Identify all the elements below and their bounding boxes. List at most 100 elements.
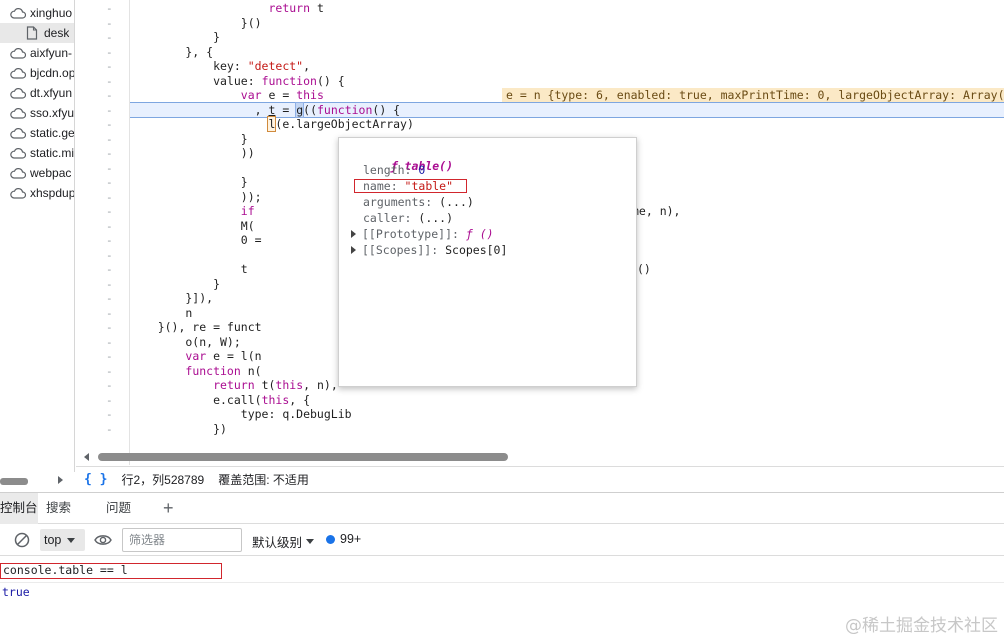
property-value: (...) [439,195,474,209]
log-level-value: 默认级别 [252,536,303,550]
gutter-line-marker[interactable]: - [106,117,118,132]
tab-console[interactable]: 控制台 [0,493,38,524]
tree-item[interactable]: dt.xfyun [0,83,74,103]
context-selector-value: top [44,533,62,547]
scroll-right-arrow-icon[interactable] [58,476,63,484]
clear-console-icon[interactable] [14,532,30,548]
code-line[interactable]: e.call(this, { [130,393,1004,408]
expand-triangle-icon[interactable] [351,246,356,254]
add-tab-button[interactable]: + [163,493,174,524]
tree-item[interactable]: webpac [0,163,74,183]
coverage-status: 覆盖范围: 不适用 [218,473,309,487]
gutter-line-marker[interactable]: - [106,248,118,263]
scroll-left-arrow-icon[interactable] [84,453,89,461]
gutter-line-marker[interactable]: - [106,364,118,379]
code-line[interactable]: l(e.largeObjectArray) [130,116,1004,132]
gutter-line-marker[interactable]: - [106,262,118,277]
line-gutter: ------------------------------ [76,0,130,465]
tab-search[interactable]: 搜索 [46,493,71,524]
code-line[interactable]: key: "detect", [130,59,1004,74]
code-line-fragment[interactable]: me, n), [632,204,752,219]
name-highlight-box [354,179,467,193]
gutter-line-marker[interactable]: - [106,335,118,350]
sidebar-scrollbar[interactable] [0,478,28,485]
editor-horizontal-scrollbar[interactable] [98,453,508,461]
gutter-line-marker[interactable]: - [106,132,118,147]
code-line[interactable]: value: function() { [130,74,1004,89]
gutter-line-marker[interactable]: - [106,16,118,31]
gutter-line-marker[interactable]: - [106,306,118,321]
gutter-line-marker[interactable]: - [106,422,118,437]
log-level-select[interactable]: 默认级别 [252,532,315,551]
cloud-icon [10,146,26,160]
issues-count-value: 99+ [340,532,362,546]
tree-item-label: webpac [30,166,72,180]
gutter-line-marker[interactable]: - [106,45,118,60]
editor-status-bar: { } 行2，列528789 覆盖范围: 不适用 [76,466,1004,492]
gutter-line-marker[interactable]: - [106,219,118,234]
gutter-line-marker[interactable]: - [106,88,118,103]
watermark: @稀土掘金技术社区 [845,616,998,636]
code-line[interactable]: }, { [130,45,1004,60]
code-line[interactable]: }) [130,422,1004,437]
issues-counter[interactable]: 99+ [326,532,361,546]
gutter-line-marker[interactable]: - [106,277,118,292]
gutter-line-marker[interactable]: - [106,190,118,205]
code-line[interactable]: return t [130,1,1004,16]
filter-input[interactable] [122,528,242,552]
expand-triangle-icon[interactable] [351,230,356,238]
cloud-icon [10,66,26,80]
object-preview-popover: ƒ table() length: 0 name: "table" argument… [338,137,637,387]
eye-icon[interactable] [94,533,112,547]
popover-property-row[interactable]: [[Prototype]]: ƒ () [351,226,494,242]
tree-item[interactable]: static.ge [0,123,74,143]
gutter-line-marker[interactable]: - [106,320,118,335]
context-selector[interactable]: top [40,529,85,551]
gutter-line-marker[interactable]: - [106,407,118,422]
console-toolbar: top 默认级别 99+ [0,524,1004,556]
code-line[interactable]: }() [130,16,1004,31]
property-value: Scopes[0] [445,243,508,257]
popover-property-row: arguments: (...) [363,194,474,210]
gutter-line-marker[interactable]: - [106,146,118,161]
property-key: length: [363,163,419,177]
code-line[interactable]: , t = g((function() { [130,102,1004,118]
property-value: 0 [418,163,426,177]
gutter-line-marker[interactable]: - [106,1,118,16]
tree-item[interactable]: xhspdup [0,183,74,203]
gutter-line-marker[interactable]: - [106,103,118,118]
gutter-line-marker[interactable]: - [106,349,118,364]
gutter-line-marker[interactable]: - [106,59,118,74]
popover-property-row[interactable]: [[Scopes]]: Scopes[0] [351,242,507,258]
gutter-line-marker[interactable]: - [106,291,118,306]
gutter-line-marker[interactable]: - [106,161,118,176]
tree-item-label: aixfyun- [30,46,73,60]
pretty-print-button[interactable]: { } [84,472,107,487]
tree-item[interactable]: xinghuo [0,3,74,23]
chevron-down-icon [67,537,76,543]
tab-issues[interactable]: 问题 [106,493,131,524]
cloud-icon [10,186,26,200]
tree-item-label: xinghuo [30,6,73,20]
tree-item[interactable]: aixfyun- [0,43,74,63]
console-input-line[interactable]: console.table == l [0,563,222,579]
property-key: arguments: [363,195,440,209]
tree-item-label: bjcdn.op [30,66,75,80]
code-line[interactable]: type: q.DebugLib [130,407,1004,422]
gutter-line-marker[interactable]: - [106,204,118,219]
code-line[interactable]: } [130,30,1004,45]
gutter-line-marker[interactable]: - [106,74,118,89]
tree-item[interactable]: sso.xfyu [0,103,75,123]
gutter-line-marker[interactable]: - [106,378,118,393]
tree-item[interactable]: bjcdn.op [0,63,75,83]
tree-item-label: sso.xfyu [30,106,75,120]
cloud-icon [10,86,26,100]
property-key: [[Scopes]]: [362,243,446,257]
gutter-line-marker[interactable]: - [106,233,118,248]
code-line-fragment[interactable]: () [637,262,757,277]
gutter-line-marker[interactable]: - [106,175,118,190]
gutter-line-marker[interactable]: - [106,393,118,408]
tree-item[interactable]: desk [0,23,74,43]
gutter-line-marker[interactable]: - [106,30,118,45]
tree-item[interactable]: static.mi [0,143,74,163]
